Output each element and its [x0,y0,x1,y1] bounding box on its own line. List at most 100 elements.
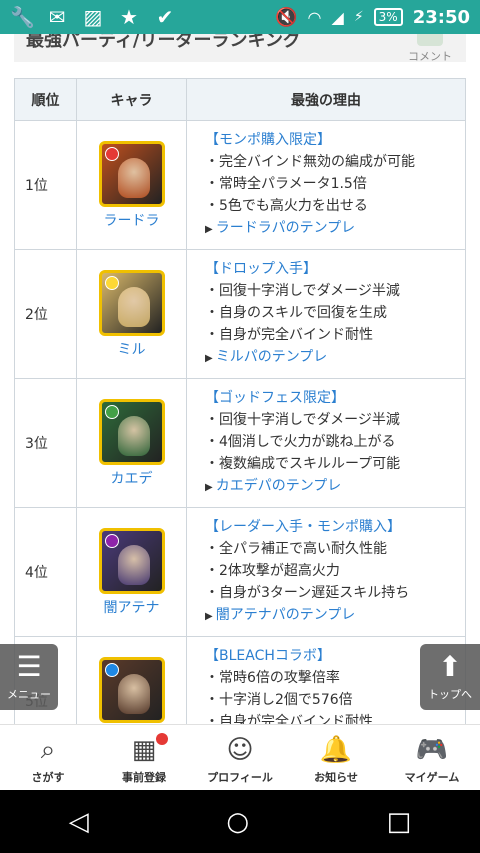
reason-point: ・回復十字消しでダメージ半減 [205,283,400,299]
ranking-table-container: 順位 キャラ 最強の理由 1位 ラードラ 【モンポ購入限定】 ・完全バインド無効の編成… [14,78,466,724]
mail-icon: ✉ [48,5,66,29]
acquisition-method: 【モンポ購入限定】 [205,132,331,148]
triangle-right-icon: ▶ [205,482,213,493]
character-portrait[interactable] [98,527,165,594]
reason-point: ・自身が完全バインド耐性 [205,714,373,724]
character-cell[interactable]: 闇アテナ [76,507,187,637]
reason-point: ・2体攻撃が超高火力 [205,563,340,579]
header-reason: 最強の理由 [186,78,466,121]
acquisition-method: 【ドロップ入手】 [205,261,317,277]
character-cell[interactable]: ラードラ [76,120,187,250]
nav-mygame-label: マイゲーム [404,771,460,784]
reason-point: ・自身が3ターン遅延スキル持ち [205,585,410,601]
search-icon: ⌕ [40,735,56,765]
person-icon: ☺ [226,735,254,765]
home-icon[interactable]: ○ [226,807,249,837]
table-row: 3位 カエデ 【ゴッドフェス限定】 ・回復十字消しでダメージ半減 ・4個消しで火力が跳ね… [14,378,466,508]
arrow-up-icon: ⬆ [438,650,462,683]
section-header: 最強パーティ/リーダーランキング コメント [14,34,466,62]
attribute-orb-icon [104,275,119,290]
header-char: キャラ [76,78,187,121]
character-name-link[interactable]: ミル [77,339,186,359]
image-icon: ▨ [83,5,103,29]
table-header-row: 順位 キャラ 最強の理由 [14,78,466,121]
template-link[interactable]: ▶ ミルパのテンプレ [205,346,465,370]
nav-search-label: さがす [31,771,65,784]
back-icon[interactable]: ◁ [69,807,89,837]
character-cell[interactable]: ミル [76,249,187,379]
attribute-orb-icon [104,404,119,419]
rank-cell: 3位 [14,378,77,508]
reason-point: ・5色でも高火力を出せる [205,198,368,214]
table-row: 1位 ラードラ 【モンポ購入限定】 ・完全バインド無効の編成が可能 ・常時全パラメータ1… [14,120,466,250]
charging-icon: ⚡ [353,9,364,25]
attribute-orb-icon [104,146,119,161]
clock: 23:50 [412,6,470,28]
character-name-link[interactable]: カエデ [77,468,186,488]
gamepad-icon: 🎮 [415,735,449,765]
triangle-right-icon: ▶ [205,611,213,622]
nav-preregister[interactable]: ▦ 事前登録 [96,725,192,790]
template-link[interactable]: ▶ 闇アテナパのテンプレ [205,604,465,628]
character-cell[interactable]: カエデ [76,378,187,508]
table-row: 5位藍染【BLEACHコラボ】・常時6倍の攻撃倍率・十字消し2個で576倍・自身… [14,636,466,724]
rank-cell: 1位 [14,120,77,250]
calendar-icon: ▦ [131,735,157,765]
reason-cell: 【ドロップ入手】 ・回復十字消しでダメージ半減 ・自身のスキルで回復を生成 ・自身が完… [186,249,466,379]
character-cell[interactable]: 藍染 [76,636,187,724]
reason-point: ・全パラ補正で高い耐久性能 [205,541,387,557]
menu-label: メニュー [7,688,51,701]
nav-search[interactable]: ⌕ さがす [0,725,96,790]
comment-label: コメント [408,50,452,62]
nav-preregister-label: 事前登録 [122,771,166,784]
template-link-label: 闇アテナパのテンプレ [215,607,356,623]
menu-button[interactable]: ☰ メニュー [0,644,58,710]
battery-indicator: 3% [373,8,403,26]
menu-icon: ☰ [16,650,42,683]
status-bar: 🔧 ✉ ▨ ★ ✔ 🔇 ◠ ◢ ⚡ 3% 23:50 [0,0,480,34]
mute-icon: 🔇 [275,6,298,28]
acquisition-method: 【レーダー入手・モンポ購入】 [205,519,401,535]
attribute-orb-icon [104,662,119,677]
ranking-table: 順位 キャラ 最強の理由 1位 ラードラ 【モンポ購入限定】 ・完全バインド無効の編成… [14,78,466,724]
nav-notifications[interactable]: 🔔 お知らせ [288,725,384,790]
character-name-link[interactable]: ラードラ [77,210,186,230]
rank-cell: 2位 [14,249,77,379]
recents-icon[interactable]: □ [387,807,412,837]
character-portrait[interactable] [98,269,165,336]
reason-point: ・完全バインド無効の編成が可能 [205,154,415,170]
nav-profile[interactable]: ☺ プロフィール [192,725,288,790]
rank-cell: 4位 [14,507,77,637]
reason-point: ・自身のスキルで回復を生成 [205,305,387,321]
nav-mygame[interactable]: 🎮 マイゲーム [384,725,480,790]
reason-point: ・4個消しで火力が跳ね上がる [205,434,396,450]
clipboard-icon: ✔ [156,5,174,29]
comment-icon [417,34,443,46]
template-link-label: ラードラパのテンプレ [215,220,356,236]
template-link[interactable]: ▶ ラードラパのテンプレ [205,217,465,241]
portrait-figure [117,286,150,327]
character-portrait[interactable] [98,656,165,723]
attribute-orb-icon [104,533,119,548]
reason-cell: 【ゴッドフェス限定】 ・回復十字消しでダメージ半減 ・4個消しで火力が跳ね上がる ・複… [186,378,466,508]
character-portrait[interactable] [98,140,165,207]
reason-point: ・複数編成でスキルループ可能 [205,456,401,472]
comment-button[interactable]: コメント [408,34,452,62]
notification-badge [156,733,168,745]
character-portrait[interactable] [98,398,165,465]
template-link[interactable]: ▶ カエデパのテンプレ [205,475,465,499]
nav-profile-label: プロフィール [207,771,273,784]
character-name-link[interactable]: 闇アテナ [77,597,186,617]
template-link-label: カエデパのテンプレ [215,478,342,494]
portrait-figure [117,544,150,585]
table-row: 2位 ミル 【ドロップ入手】 ・回復十字消しでダメージ半減 ・自身のスキルで回復を生成・… [14,249,466,379]
scroll-top-button[interactable]: ⬆ トップへ [420,644,480,710]
triangle-right-icon: ▶ [205,353,213,364]
portrait-figure [117,415,150,456]
section-title: 最強パーティ/リーダーランキング [26,34,301,51]
reason-cell: 【レーダー入手・モンポ購入】 ・全パラ補正で高い耐久性能 ・2体攻撃が超高火力・自身… [186,507,466,637]
wrench-icon: 🔧 [10,5,35,29]
reason-cell: 【モンポ購入限定】・完全バインド無効の編成が可能 ・常時全パラメータ1.5倍 ・5色… [186,120,466,250]
nav-notifications-label: お知らせ [314,771,358,784]
reason-point: ・常時全パラメータ1.5倍 [205,176,367,192]
